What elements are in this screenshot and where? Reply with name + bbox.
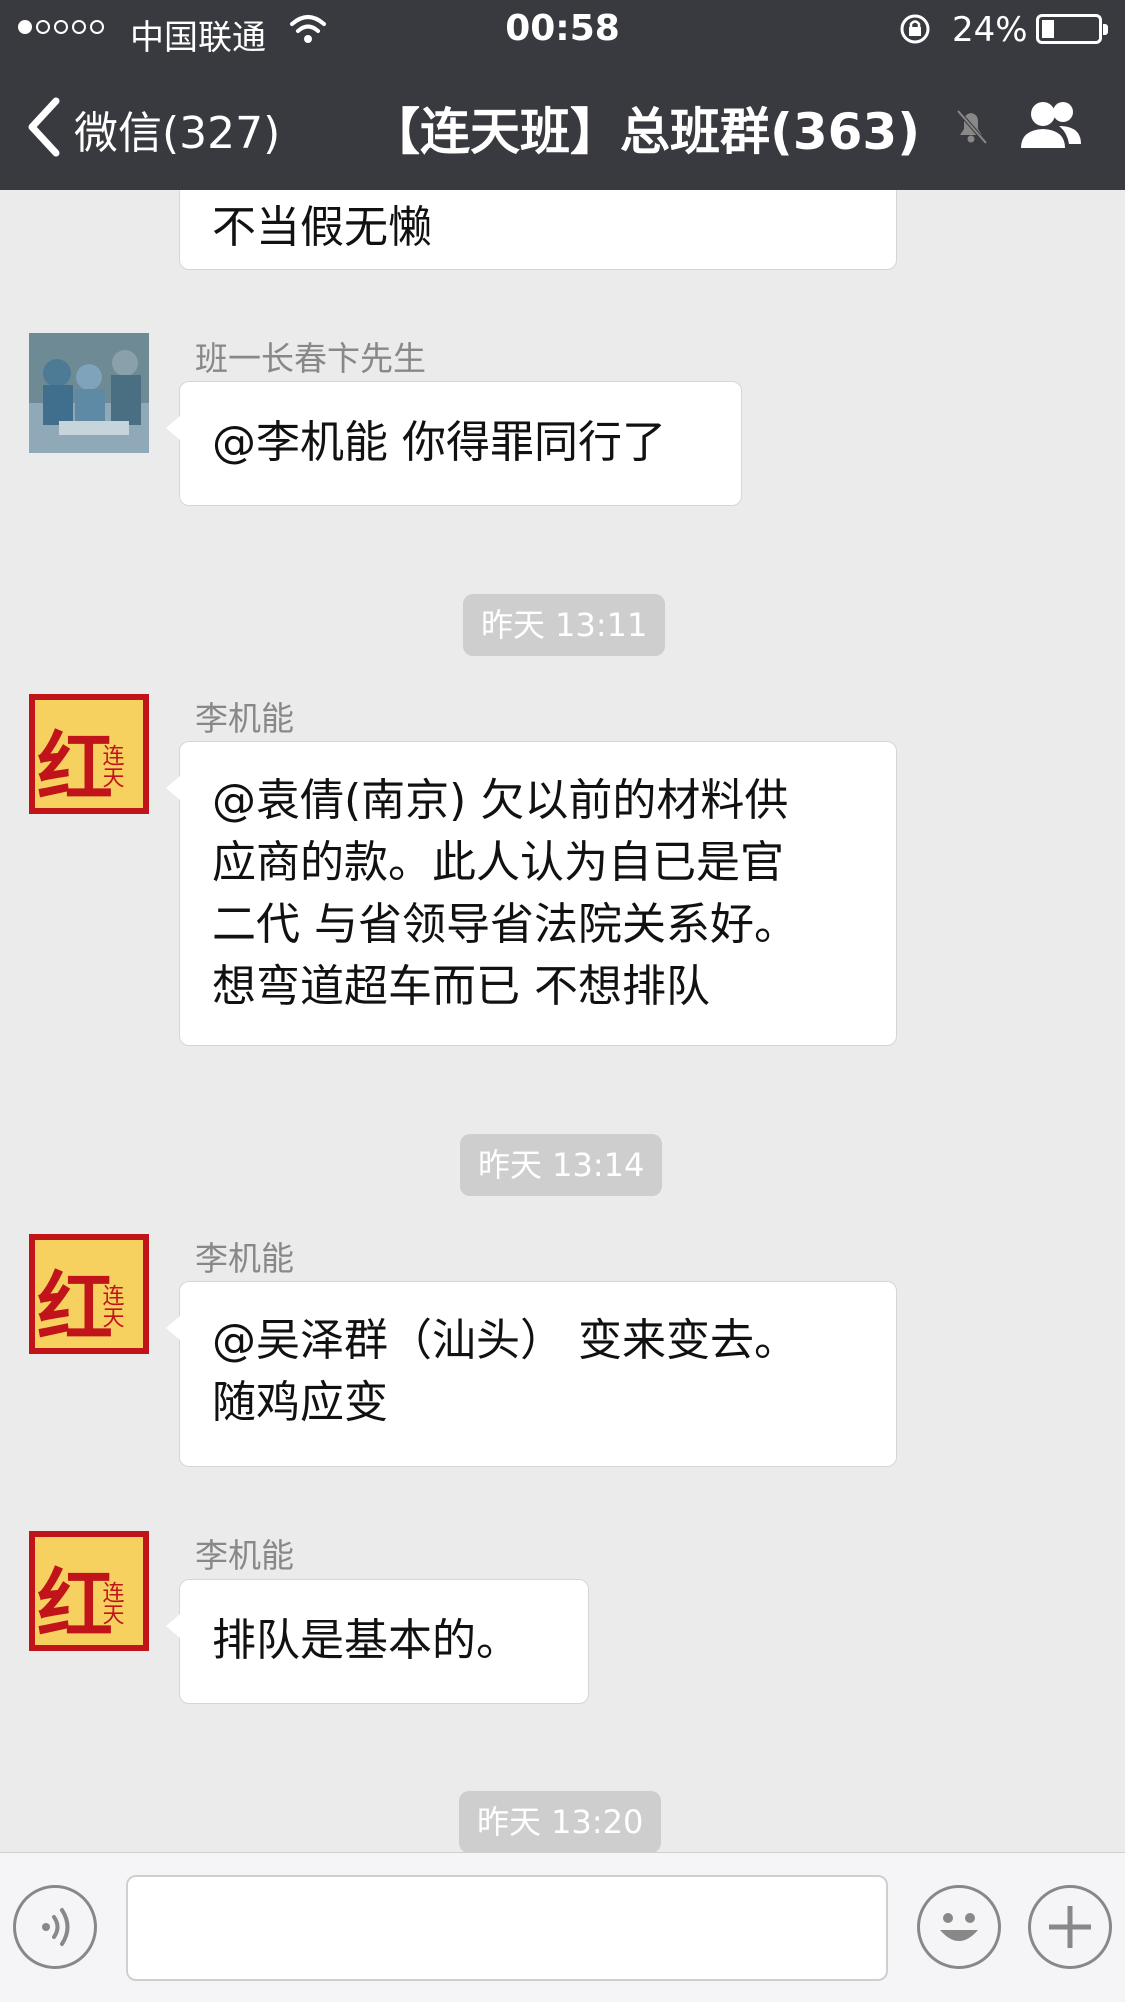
emoji-icon	[940, 1913, 978, 1941]
message-line: 排队是基本的。	[212, 1615, 520, 1666]
message-line: @吴泽群（汕头） 变来变去。	[212, 1315, 798, 1366]
message-bubble[interactable]: @李机能 你得罪同行了	[166, 381, 742, 506]
red-calligraphy-avatar-image: 红 连天	[29, 1531, 149, 1651]
message-bubble[interactable]: 排队是基本的。	[166, 1579, 589, 1704]
chat-area[interactable]: 不当假无懒 班一长春卞先生 @李机能 你得罪同行了 昨天 13:11 红 连天 …	[0, 190, 1125, 1852]
sender-name: 李机能	[195, 1239, 294, 1278]
message-line: 想弯道超车而已 不想排队	[212, 961, 710, 1012]
status-bar: 中国联通 00:58 24%	[0, 0, 1125, 60]
message-line: 应商的款。此人认为自已是官	[212, 837, 784, 888]
message-line: @袁倩(南京) 欠以前的材料供	[212, 775, 789, 826]
input-bar	[0, 1852, 1125, 2002]
voice-icon	[42, 1908, 70, 1946]
message-bubble[interactable]: 不当假无懒	[179, 190, 897, 270]
navigation-bar: 中国联通 00:58 24% 微信(327) 【连天班】总班群(363)	[0, 0, 1125, 190]
sender-name: 班一长春卞先生	[195, 339, 426, 378]
message-line: 二代 与省领导省法院关系好。	[212, 899, 798, 950]
surgery-photo-avatar-image	[29, 333, 149, 453]
emoji-button[interactable]	[917, 1885, 1001, 1969]
back-button[interactable]: 微信(327)	[74, 97, 280, 161]
avatar[interactable]: 红 连天	[29, 1234, 149, 1354]
message-line: @李机能 你得罪同行了	[212, 417, 666, 468]
voice-button[interactable]	[13, 1885, 97, 1969]
message-line: 随鸡应变	[212, 1377, 388, 1428]
battery-icon	[1036, 14, 1108, 44]
red-calligraphy-avatar-image: 红 连天	[29, 694, 149, 814]
timestamp: 昨天 13:11	[463, 594, 666, 656]
timestamp: 昨天 13:14	[460, 1134, 663, 1196]
timestamp: 昨天 13:20	[459, 1791, 662, 1852]
message-input[interactable]	[126, 1875, 888, 1981]
svg-text:连天: 连天	[99, 1284, 125, 1328]
group-members-icon[interactable]	[1015, 96, 1087, 156]
mute-icon	[956, 109, 988, 145]
avatar[interactable]	[29, 333, 149, 453]
avatar[interactable]: 红 连天	[29, 694, 149, 814]
svg-text:连天: 连天	[99, 744, 125, 788]
sender-name: 李机能	[195, 699, 294, 738]
message-bubble[interactable]: @吴泽群（汕头） 变来变去。 随鸡应变	[166, 1281, 897, 1467]
svg-text:连天: 连天	[99, 1581, 125, 1625]
plus-icon	[1049, 1906, 1091, 1948]
avatar[interactable]: 红 连天	[29, 1531, 149, 1651]
message-text: 不当假无懒	[212, 202, 432, 253]
battery-percent: 24%	[952, 10, 1028, 50]
chat-title: 【连天班】总班群(363)	[370, 103, 921, 161]
sender-name: 李机能	[195, 1536, 294, 1575]
rotation-lock-icon	[900, 14, 930, 44]
message-bubble[interactable]: @袁倩(南京) 欠以前的材料供 应商的款。此人认为自已是官 二代 与省领导省法院…	[166, 741, 897, 1046]
back-chevron-icon[interactable]	[24, 95, 64, 159]
red-calligraphy-avatar-image: 红 连天	[29, 1234, 149, 1354]
more-button[interactable]	[1028, 1885, 1112, 1969]
